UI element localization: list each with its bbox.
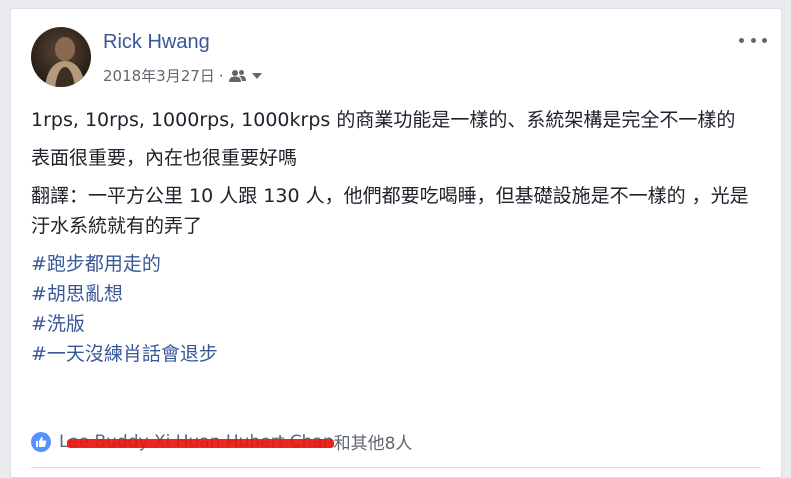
action-divider [31, 467, 761, 468]
thumbs-up-icon [36, 436, 47, 447]
hashtag-list: #跑步都用走的 #胡思亂想 #洗版 #一天沒練肖話會退步 [31, 249, 766, 369]
post-meta: 2018年3月27日 · [103, 65, 264, 86]
post-paragraph: 翻譯：一平方公里 10 人跟 130 人，他們都要吃喝睡，但基礎設施是不一樣的 … [31, 185, 749, 237]
hashtag-link[interactable]: #一天沒練肖話會退步 [31, 339, 766, 369]
post-body: 1rps, 10rps, 1000rps, 1000krps 的商業功能是一樣的… [31, 105, 766, 369]
hashtag-link[interactable]: #跑步都用走的 [31, 249, 766, 279]
reaction-names[interactable]: Lee Buddy Xi Huan Hubert Chan [59, 432, 334, 452]
post-date[interactable]: 2018年3月27日 [103, 65, 215, 86]
dot-icon [750, 37, 756, 43]
meta-separator: · [218, 66, 224, 85]
dot-icon [762, 37, 767, 43]
chevron-down-icon [251, 72, 262, 79]
reactions-bar[interactable]: Lee Buddy Xi Huan Hubert Chan 和其他8人 [31, 429, 412, 454]
author-avatar[interactable] [31, 27, 91, 87]
audience-selector[interactable] [228, 69, 264, 83]
hashtag-link[interactable]: #胡思亂想 [31, 279, 766, 309]
author-name[interactable]: Rick Hwang [103, 31, 210, 54]
post-paragraph: 表面很重要，內在也很重要好嗎 [31, 147, 298, 169]
friends-icon [228, 69, 246, 82]
like-reaction-badge [31, 431, 51, 452]
post-card: Rick Hwang 2018年3月27日 · 1rps, 10rps, 100… [10, 8, 782, 478]
more-options-button[interactable] [739, 31, 767, 49]
hashtag-link[interactable]: #洗版 [31, 309, 766, 339]
reaction-others-count[interactable]: 和其他8人 [334, 429, 413, 454]
avatar-image [31, 27, 91, 87]
post-paragraph: 1rps, 10rps, 1000rps, 1000krps 的商業功能是一樣的… [31, 109, 736, 131]
redaction-mark [67, 438, 334, 448]
dot-icon [739, 37, 744, 43]
